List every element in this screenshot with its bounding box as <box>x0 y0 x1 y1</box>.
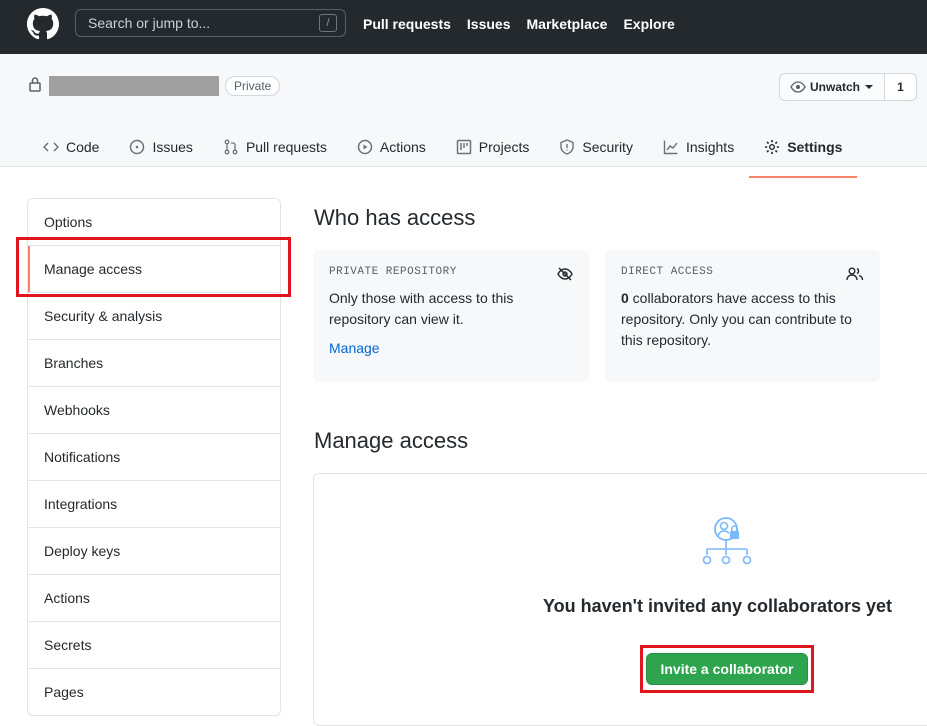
tab-security[interactable]: Security <box>544 128 648 166</box>
card-description: Only those with access to this repositor… <box>329 290 514 327</box>
tab-projects[interactable]: Projects <box>441 128 545 166</box>
watchers-count[interactable]: 1 <box>885 73 918 101</box>
sidebar-item-deploy-keys[interactable]: Deploy keys <box>28 528 280 575</box>
search-placeholder: Search or jump to... <box>88 15 211 31</box>
issue-icon <box>130 139 145 155</box>
direct-access-text: collaborators have access to this reposi… <box>621 290 852 348</box>
sidebar-item-secrets[interactable]: Secrets <box>28 622 280 669</box>
search-shortcut-key: / <box>319 14 337 32</box>
tab-issues[interactable]: Issues <box>114 128 207 166</box>
visibility-badge: Private <box>225 76 281 96</box>
tab-label: Actions <box>379 139 426 155</box>
empty-state-title: You haven't invited any collaborators ye… <box>543 596 893 616</box>
tab-settings[interactable]: Settings <box>749 128 858 178</box>
global-nav: Pull requests Issues Marketplace Explore <box>363 16 675 32</box>
collaborator-count: 0 <box>621 290 629 306</box>
sidebar-item-notifications[interactable]: Notifications <box>28 434 280 481</box>
tab-label: Pull requests <box>245 139 327 155</box>
tab-actions[interactable]: Actions <box>342 128 441 166</box>
global-header: Search or jump to... / Pull requests Iss… <box>0 0 927 54</box>
repo-header: Private Unwatch 1 Code Issues Pull reque… <box>0 54 927 178</box>
collaborators-lock-icon <box>702 517 752 565</box>
card-description: 0 collaborators have access to this repo… <box>621 288 864 351</box>
pull-request-icon <box>224 139 238 155</box>
tab-pull-requests[interactable]: Pull requests <box>208 128 342 166</box>
tab-label: Settings <box>787 139 843 155</box>
search-input[interactable]: Search or jump to... / <box>75 9 346 37</box>
eye-icon <box>790 81 806 93</box>
tab-code[interactable]: Code <box>28 128 114 166</box>
gear-icon <box>765 140 780 154</box>
tab-label: Security <box>582 139 633 155</box>
code-icon <box>43 142 59 152</box>
project-icon <box>456 139 472 155</box>
sidebar-item-actions[interactable]: Actions <box>28 575 280 622</box>
github-logo-icon[interactable] <box>27 8 59 40</box>
tab-label: Issues <box>152 139 193 155</box>
nav-pull-requests[interactable]: Pull requests <box>363 16 451 32</box>
graph-icon <box>663 140 678 155</box>
nav-issues[interactable]: Issues <box>467 16 511 32</box>
sidebar-item-integrations[interactable]: Integrations <box>28 481 280 528</box>
unwatch-button[interactable]: Unwatch <box>779 73 886 101</box>
sidebar-item-webhooks[interactable]: Webhooks <box>28 387 280 434</box>
caret-down-icon <box>865 85 874 89</box>
eye-closed-icon <box>557 267 573 281</box>
sidebar-item-pages[interactable]: Pages <box>28 669 280 715</box>
tab-label: Insights <box>685 139 735 155</box>
nav-explore[interactable]: Explore <box>623 16 674 32</box>
shield-icon <box>560 139 575 155</box>
sidebar-item-branches[interactable]: Branches <box>28 340 280 387</box>
manage-access-heading: Manage access <box>314 428 469 453</box>
card-label: DIRECT ACCESS <box>621 266 714 278</box>
highlight-box-invite <box>640 645 814 693</box>
unwatch-label: Unwatch <box>810 80 861 94</box>
play-icon <box>357 139 373 155</box>
repo-tabs: Code Issues Pull requests Actions Projec… <box>28 128 858 178</box>
lock-icon <box>29 77 41 92</box>
tab-insights[interactable]: Insights <box>648 128 749 166</box>
people-icon <box>846 267 864 281</box>
repo-name-redacted[interactable] <box>49 76 219 96</box>
nav-marketplace[interactable]: Marketplace <box>527 16 608 32</box>
highlight-box-manage-access <box>16 237 291 297</box>
manage-link[interactable]: Manage <box>329 340 573 356</box>
tab-label: Code <box>66 139 100 155</box>
direct-access-card: DIRECT ACCESS 0 collaborators have acces… <box>605 250 880 382</box>
sidebar-item-security-analysis[interactable]: Security & analysis <box>28 293 280 340</box>
who-has-access-heading: Who has access <box>314 205 476 230</box>
tab-label: Projects <box>478 139 530 155</box>
watch-control: Unwatch 1 <box>779 73 918 101</box>
private-repository-card: PRIVATE REPOSITORY Only those with acces… <box>313 250 589 382</box>
card-label: PRIVATE REPOSITORY <box>329 266 457 278</box>
